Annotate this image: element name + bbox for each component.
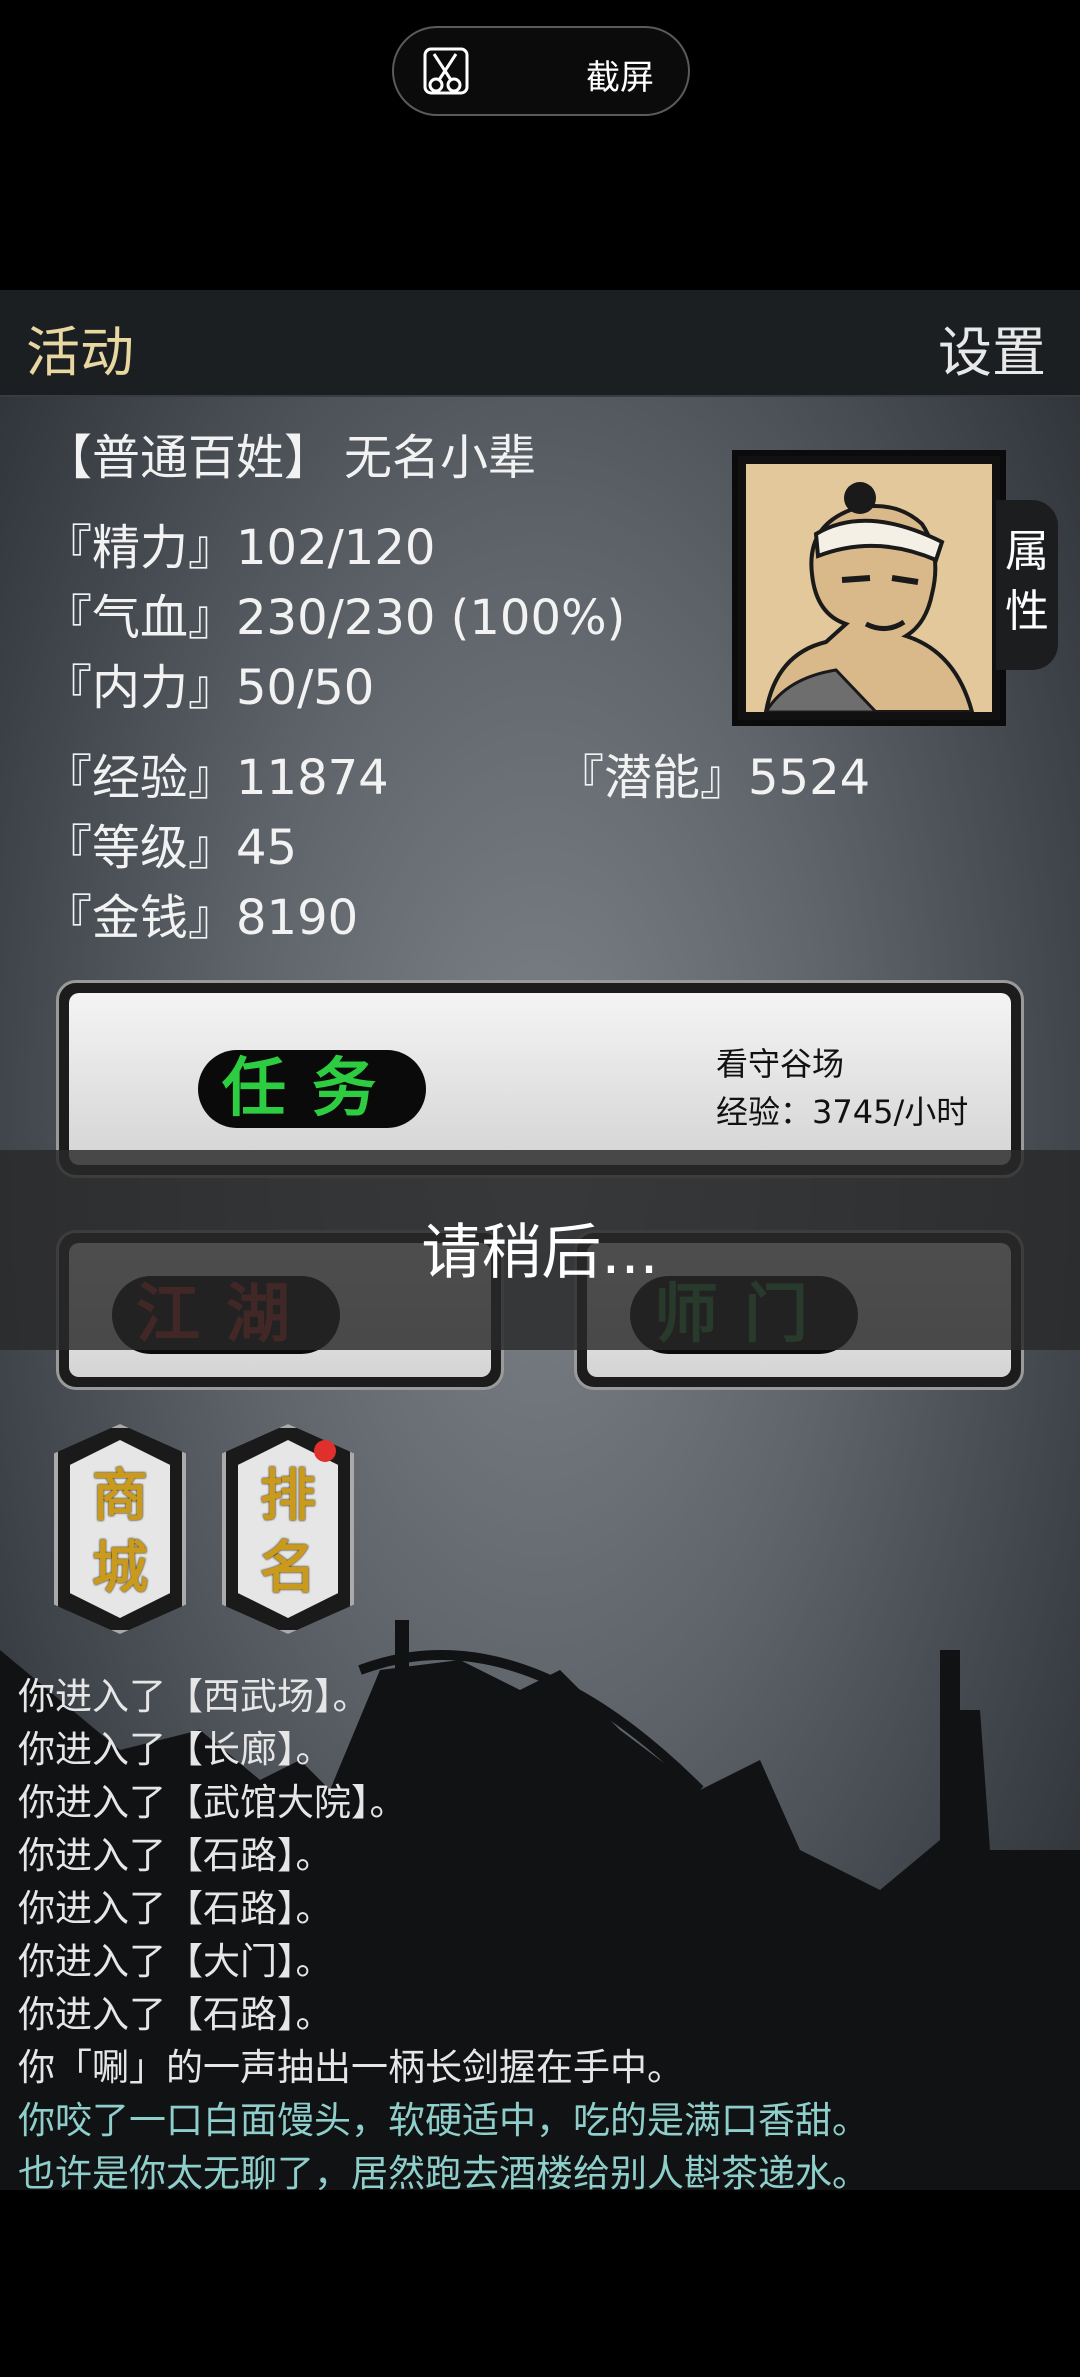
screenshot-label: 截屏 <box>586 58 654 98</box>
stat-health: 『气血』230/230 (100%) <box>44 590 626 646</box>
task-place: 看守谷场 <box>716 1045 845 1083</box>
stat-experience: 『经验』11874 <box>44 750 389 806</box>
shop-char-1: 商 <box>92 1463 148 1529</box>
screenshot-icon <box>423 47 469 95</box>
task-button[interactable]: 任务 <box>198 1050 426 1128</box>
character-portrait[interactable] <box>732 450 1006 726</box>
log-line: 你进入了【石路】。 <box>18 1887 333 1930</box>
stat-level: 『等级』45 <box>44 820 298 876</box>
event-log: 你进入了【西武场】。 你进入了【长廊】。 你进入了【武馆大院】。 你进入了【石路… <box>18 1670 1078 2190</box>
game-screen: 活动 设置 【普通百姓】 无名小辈 『精力』102/120 『气血』230/23… <box>0 290 1080 2190</box>
stat-energy: 『精力』102/120 <box>44 520 436 576</box>
stat-internal-power: 『内力』50/50 <box>44 660 375 716</box>
settings-button[interactable]: 设置 <box>938 308 1046 387</box>
log-line: 你进入了【石路】。 <box>18 1993 333 2036</box>
ranking-char-1: 排 <box>260 1463 316 1529</box>
log-line: 也许是你太无聊了，居然跑去酒楼给别人斟茶递水。 <box>18 2152 869 2190</box>
log-line: 你进入了【西武场】。 <box>18 1675 370 1718</box>
attributes-tab[interactable]: 属 性 <box>996 500 1058 670</box>
character-name: 无名小辈 <box>344 430 537 486</box>
character-title: 【普通百姓】 <box>44 430 333 486</box>
top-bar: 活动 设置 <box>0 290 1080 397</box>
log-line: 你进入了【武馆大院】。 <box>18 1781 407 1824</box>
stat-money: 『金钱』8190 <box>44 890 359 946</box>
stat-potential: 『潜能』5524 <box>556 750 871 806</box>
log-line: 你进入了【石路】。 <box>18 1834 333 1877</box>
activity-button[interactable]: 活动 <box>26 308 134 387</box>
attributes-tab-char-2: 性 <box>1005 586 1049 637</box>
portrait-face-icon <box>763 482 975 714</box>
notification-dot <box>314 1440 336 1462</box>
task-info: 看守谷场 经验：3745/小时 <box>716 1040 968 1136</box>
log-line: 你咬了一口白面馒头，软硬适中，吃的是满口香甜。 <box>18 2099 869 2142</box>
screenshot-button[interactable]: 截屏 <box>392 26 690 116</box>
attributes-tab-char-1: 属 <box>1005 526 1049 577</box>
log-line: 你进入了【大门】。 <box>18 1940 333 1983</box>
loading-overlay: 请稍后... <box>0 1150 1080 1350</box>
log-line: 你进入了【长廊】。 <box>18 1728 333 1771</box>
task-exp-rate: 经验：3745/小时 <box>716 1093 969 1131</box>
loading-text: 请稍后... <box>421 1218 659 1288</box>
log-line: 你「唰」的一声抽出一柄长剑握在手中。 <box>18 2046 684 2089</box>
